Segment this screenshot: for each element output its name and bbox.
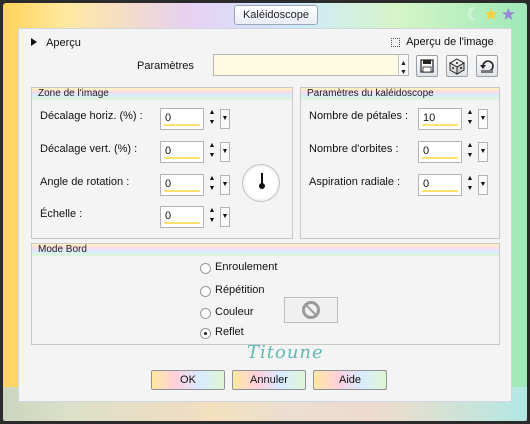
horiz-offset-spinner[interactable]: 0 ▲ ▼ ▼ [160, 108, 230, 130]
reflect-label: Reflet [215, 326, 244, 338]
image-zone-title: Zone de l'image [32, 88, 292, 100]
preview-toggle-label: Aperçu [46, 37, 81, 49]
no-color-icon [302, 301, 320, 319]
star-icon: ★ [483, 5, 499, 24]
radio-reflect[interactable] [200, 328, 211, 339]
petals-spinner[interactable]: 10 ▲ ▼ ▼ [418, 108, 488, 130]
random-preset-button[interactable] [446, 55, 468, 77]
image-zone-group: Zone de l'image Décalage horiz. (%) : 0 … [31, 87, 293, 239]
presets-value [214, 59, 218, 71]
spin-arrows-icon[interactable]: ▲ ▼ [463, 108, 477, 130]
presets-label: Paramètres [137, 60, 194, 72]
spin-arrows-icon[interactable]: ▲ ▼ [463, 174, 477, 196]
spin-arrows-icon[interactable]: ▲ ▼ [463, 141, 477, 163]
color-swatch[interactable] [284, 297, 338, 323]
scale-spinner[interactable]: 0 ▲ ▼ ▼ [160, 206, 230, 228]
preview-toggle[interactable]: Aperçu [31, 37, 81, 49]
star-icon: ★ [500, 5, 516, 24]
rotation-angle-input[interactable]: 0 [160, 174, 204, 196]
orbits-input[interactable]: 0 [418, 141, 462, 163]
spin-arrows-icon[interactable]: ▲ ▼ [205, 108, 219, 130]
spin-dropdown-icon[interactable]: ▼ [478, 175, 488, 195]
rotation-angle-spinner[interactable]: 0 ▲ ▼ ▼ [160, 174, 230, 196]
kaleidoscope-params-group: Paramètres du kaléidoscope Nombre de pét… [300, 87, 500, 239]
wrap-label: Enroulement [215, 261, 278, 273]
scale-input[interactable]: 0 [160, 206, 204, 228]
presets-spin-icon[interactable]: ▲ ▼ [398, 55, 408, 76]
petals-input[interactable]: 10 [418, 108, 462, 130]
dialog-client: Aperçu Aperçu de l'image Paramètres ▲▼ [18, 28, 512, 402]
dice-icon [448, 58, 466, 75]
image-preview-label: Aperçu de l'image [406, 36, 494, 49]
repeat-label: Répétition [215, 284, 265, 296]
radial-suction-label: Aspiration radiale : [309, 176, 401, 188]
radial-suction-input[interactable]: 0 [418, 174, 462, 196]
petals-label: Nombre de pétales : [309, 110, 409, 122]
spin-dropdown-icon[interactable]: ▼ [220, 175, 230, 195]
horiz-offset-label: Décalage horiz. (%) : [40, 110, 143, 122]
rotation-dial[interactable] [242, 164, 280, 202]
help-button[interactable]: Aide [313, 370, 387, 390]
edge-mode-title: Mode Bord [32, 244, 499, 256]
rotation-angle-label: Angle de rotation : [40, 176, 130, 188]
vert-offset-label: Décalage vert. (%) : [40, 143, 138, 155]
spin-dropdown-icon[interactable]: ▼ [478, 109, 488, 129]
checkbox-icon [391, 37, 400, 47]
ok-button[interactable]: OK [151, 370, 225, 390]
horiz-offset-input[interactable]: 0 [160, 108, 204, 130]
spin-dropdown-icon[interactable]: ▼ [220, 109, 230, 129]
dial-center-icon [259, 183, 265, 189]
window-title: Kaléidoscope [234, 5, 318, 25]
spin-dropdown-icon[interactable]: ▼ [220, 207, 230, 227]
spin-arrows-icon[interactable]: ▲ ▼ [205, 141, 219, 163]
reset-icon [480, 60, 494, 73]
orbits-spinner[interactable]: 0 ▲ ▼ ▼ [418, 141, 488, 163]
orbits-label: Nombre d'orbites : [309, 143, 399, 155]
scale-label: Échelle : [40, 208, 83, 220]
vert-offset-input[interactable]: 0 [160, 141, 204, 163]
color-label: Couleur [215, 306, 254, 318]
radio-wrap[interactable] [200, 263, 211, 274]
kaleidoscope-params-title: Paramètres du kaléidoscope [301, 88, 499, 100]
cancel-button[interactable]: Annuler [232, 370, 306, 390]
title-decor: ☾ ★ ★ [464, 4, 516, 26]
moon-icon: ☾ [466, 5, 482, 24]
reset-preset-button[interactable] [476, 55, 498, 77]
radio-repeat[interactable] [200, 286, 211, 297]
signature: Titoune [247, 342, 324, 363]
vert-offset-spinner[interactable]: 0 ▲ ▼ ▼ [160, 141, 230, 163]
floppy-icon [420, 59, 434, 73]
presets-combo[interactable]: ▲ ▼ [213, 54, 409, 76]
radio-color[interactable] [200, 308, 211, 319]
edge-mode-group: Mode Bord Enroulement Répétition Couleur… [31, 243, 500, 345]
spin-dropdown-icon[interactable]: ▼ [220, 142, 230, 162]
spin-arrows-icon[interactable]: ▲ ▼ [205, 206, 219, 228]
radial-suction-spinner[interactable]: 0 ▲ ▼ ▼ [418, 174, 488, 196]
save-preset-button[interactable] [416, 55, 438, 77]
spin-dropdown-icon[interactable]: ▼ [478, 142, 488, 162]
image-preview-checkbox[interactable]: Aperçu de l'image [391, 36, 494, 48]
spin-arrows-icon[interactable]: ▲ ▼ [205, 174, 219, 196]
expand-triangle-icon [31, 38, 37, 46]
